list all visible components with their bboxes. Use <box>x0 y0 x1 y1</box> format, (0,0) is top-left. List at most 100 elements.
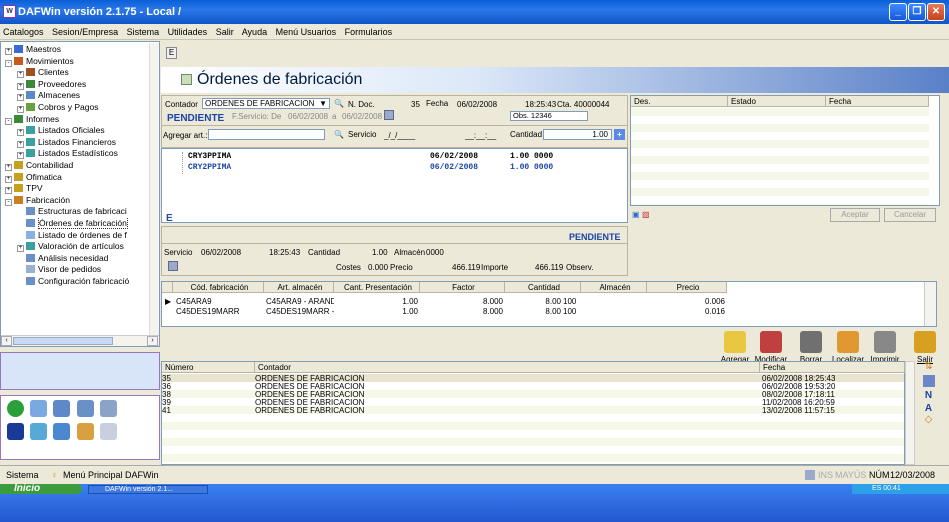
document-icon[interactable] <box>53 423 71 440</box>
window-titlebar[interactable]: W DAFWin versión 2.1.75 - Local / _ ❐ ✕ <box>0 0 949 24</box>
borrar-button[interactable]: Borrar <box>792 331 830 364</box>
agregar-input[interactable] <box>208 129 325 140</box>
items-list[interactable]: CRY3PPIMA 06/02/2008 1.00 0000 CRY2PPIMA… <box>161 148 628 224</box>
detail-almacen-value[interactable]: 0000 <box>426 248 444 257</box>
menu-formularios[interactable]: Formularios <box>345 27 393 37</box>
tree-item[interactable]: - Fabricación <box>1 195 159 207</box>
tree-item[interactable]: Estructuras de fabricaci <box>1 206 159 218</box>
list-row[interactable]: 38 ORDENES DE FABRICACION 08/02/2008 17:18… <box>162 390 904 399</box>
delete-icon[interactable]: ▨ <box>642 210 650 219</box>
expand-icon[interactable]: + <box>17 94 24 102</box>
maximize-button[interactable]: ❐ <box>908 3 926 21</box>
minimize-button[interactable]: _ <box>889 3 907 21</box>
columns-icon[interactable] <box>922 375 935 387</box>
col-header-fecha-list[interactable]: Fecha <box>760 362 905 373</box>
tree-item[interactable]: + Cobros y Pagos <box>1 102 159 114</box>
tree-hscroll[interactable]: ‹ › <box>1 335 159 346</box>
col-header-cod[interactable]: Cód. fabricación <box>173 282 264 293</box>
navigation-tree[interactable]: + Maestros - Movimientos + Clientes + Proveedor… <box>0 41 160 347</box>
tree-item[interactable]: + Valoración de artículos <box>1 241 159 253</box>
ndoc-value[interactable]: 35 <box>411 100 420 109</box>
detail-hora[interactable]: 18:25:43 <box>269 248 300 257</box>
servicio-date-input[interactable]: _/_/____ <box>384 131 415 140</box>
menu-catalogos[interactable]: Catalogos <box>3 27 44 37</box>
fservicio-to[interactable]: 06/02/2008 <box>342 112 382 121</box>
scroll-right-icon[interactable]: › <box>147 336 158 346</box>
expand-icon[interactable]: + <box>5 175 12 183</box>
tree-item[interactable]: + Ofimatica <box>1 172 159 184</box>
tree-item[interactable]: Visor de pedidos <box>1 264 159 276</box>
detail-notes-icon[interactable] <box>168 261 178 271</box>
col-header-cantidad[interactable]: Cantidad <box>505 282 581 293</box>
importe-value[interactable]: 466.119 <box>535 263 563 272</box>
imprimir-button[interactable]: Imprimir <box>866 331 904 364</box>
detail-servicio-value[interactable]: 06/02/2008 <box>201 248 241 257</box>
form-icon[interactable] <box>76 423 94 440</box>
menu-ayuda[interactable]: Ayuda <box>242 27 267 37</box>
precio-value[interactable]: 466.119 <box>452 263 480 272</box>
item-code[interactable]: CRY2PPIMA <box>188 163 231 172</box>
localizar-button[interactable]: Localizar <box>829 331 867 364</box>
components-grid[interactable]: Cód. fabricación Art. almacén Cant. Pres… <box>161 281 937 327</box>
computer-icon[interactable] <box>30 400 48 417</box>
col-header-cant[interactable]: Cant. Presentación <box>334 282 420 293</box>
tree-item[interactable]: + Contabilidad <box>1 160 159 172</box>
tree-item[interactable]: + Listados Financieros <box>1 137 159 149</box>
tree-item[interactable]: + Clientes <box>1 67 159 79</box>
col-header-numero[interactable]: Número <box>162 362 255 373</box>
col-header-factor[interactable]: Factor <box>420 282 505 293</box>
cantidad-input[interactable]: 1.00 <box>543 129 612 140</box>
menu-utilidades[interactable]: Utilidades <box>168 27 208 37</box>
detail-cantidad-value[interactable]: 1.00 <box>372 248 388 257</box>
tree-item[interactable]: - Informes <box>1 114 159 126</box>
expand-icon[interactable]: + <box>17 82 24 90</box>
tree-item[interactable]: + Listados Estadísticos <box>1 148 159 160</box>
sort-icon[interactable]: ⇅ <box>918 361 939 372</box>
toggle-icon[interactable]: ◇ <box>918 414 939 425</box>
tree-item[interactable]: + Almacenes <box>1 90 159 102</box>
menu-sistema[interactable]: Sistema <box>127 27 160 37</box>
refresh-icon[interactable] <box>7 400 24 417</box>
modificar-button[interactable]: Modificar <box>752 331 790 364</box>
search-article-icon[interactable]: 🔍 <box>334 130 344 139</box>
expand-icon[interactable]: + <box>17 129 24 137</box>
col-header-art[interactable]: Art. almacén <box>264 282 334 293</box>
tree-item[interactable]: + Proveedores <box>1 79 159 91</box>
alpha-sort-button[interactable]: A <box>918 403 939 414</box>
scroll-left-icon[interactable]: ‹ <box>1 336 12 346</box>
item-code[interactable]: CRY3PPIMA <box>188 152 231 161</box>
tree-item[interactable]: Órdenes de fabricación <box>1 217 159 230</box>
expand-icon[interactable]: + <box>5 48 12 55</box>
network-icon[interactable] <box>30 423 48 440</box>
expand-icon[interactable]: + <box>5 163 12 171</box>
tree-item[interactable]: + TPV <box>1 183 159 195</box>
tree-item[interactable]: Listado de órdenes de f <box>1 230 159 242</box>
expand-icon[interactable]: - <box>5 198 12 206</box>
expand-icon[interactable]: + <box>5 187 12 195</box>
orders-list[interactable]: Número Contador Fecha 35 ORDENES DE FABRI… <box>161 361 905 465</box>
tree-item[interactable]: - Movimientos <box>1 56 159 68</box>
fecha-value[interactable]: 06/02/2008 <box>457 100 497 109</box>
list-vscroll[interactable] <box>905 361 915 465</box>
list-row[interactable]: 41 ORDENES DE FABRICACION 13/02/2008 11:57… <box>162 406 904 415</box>
expand-icon[interactable]: - <box>5 59 12 67</box>
taskbar-item-dafwin[interactable]: DAFWin versión 2.1... <box>88 485 208 494</box>
menu-sesion-empresa[interactable]: Sesion/Empresa <box>52 27 118 37</box>
expand-icon[interactable]: + <box>17 140 24 148</box>
hora-value[interactable]: 18:25:43 <box>525 100 556 109</box>
tree-item[interactable]: Configuración fabricació <box>1 276 159 288</box>
number-sort-button[interactable]: N <box>918 390 939 401</box>
obs-field[interactable]: Obs. 12346 <box>510 111 588 121</box>
monitor-icon[interactable] <box>53 400 71 417</box>
add-item-icon[interactable]: + <box>614 129 625 140</box>
search-icon[interactable]: 🔍 <box>334 99 344 108</box>
aceptar-button[interactable]: Aceptar <box>830 208 880 222</box>
contador-select[interactable]: ORDENES DE FABRICACION ▼ <box>202 98 330 109</box>
dti-icon[interactable] <box>7 423 24 440</box>
cta-value[interactable]: Cta. 40000044 <box>557 100 610 109</box>
select-icon[interactable]: ▣ <box>632 210 640 219</box>
fservicio-from[interactable]: 06/02/2008 <box>288 112 328 121</box>
scroll-thumb[interactable] <box>13 337 113 345</box>
list-row[interactable]: 35 ORDENES DE FABRICACION 06/02/2008 18:25… <box>162 374 904 383</box>
cancelar-button[interactable]: Cancelar <box>884 208 936 222</box>
